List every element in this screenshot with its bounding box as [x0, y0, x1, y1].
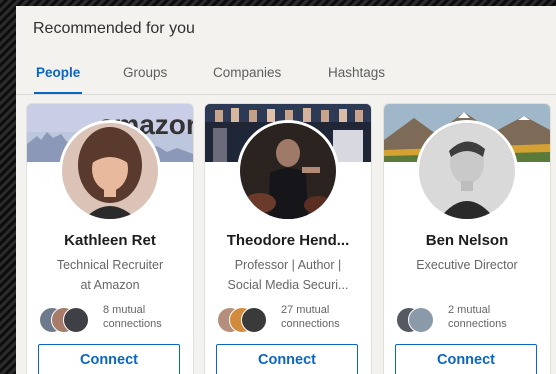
person-headline: Executive Director	[392, 255, 542, 275]
tab-hashtags[interactable]: Hashtags	[328, 52, 385, 94]
mutual-line: 27 mutual	[281, 304, 330, 316]
avatar[interactable]	[416, 120, 518, 222]
recommendations-panel: Recommended for you People Groups Compan…	[16, 6, 556, 374]
person-name[interactable]: Kathleen Ret	[27, 232, 193, 249]
tab-groups[interactable]: Groups	[123, 52, 167, 94]
person-card[interactable]: Theodore Hend... Professor | Author | So…	[204, 103, 372, 374]
person-name[interactable]: Ben Nelson	[384, 232, 550, 249]
headline-line: Executive Director	[416, 258, 518, 272]
person-headline: Professor | Author | Social Media Securi…	[213, 255, 363, 295]
mutual-avatars	[39, 307, 99, 333]
avatar[interactable]	[59, 120, 161, 222]
avatar	[63, 307, 89, 333]
headline-line: Professor | Author |	[234, 258, 342, 272]
mutual-line: connections	[103, 318, 162, 330]
mutual-line: 2 mutual	[448, 304, 491, 316]
headline-line: Social Media Securi...	[227, 278, 349, 292]
tab-companies[interactable]: Companies	[213, 52, 281, 94]
mutual-avatars	[396, 307, 456, 333]
connect-button[interactable]: Connect	[216, 344, 358, 374]
mutual-count-text: 2 mutual connections	[448, 303, 507, 331]
headline-line: at Amazon	[80, 278, 140, 292]
mutual-line: 8 mutual	[103, 304, 146, 316]
section-title: Recommended for you	[33, 20, 195, 37]
tab-people[interactable]: People	[33, 52, 83, 94]
avatar[interactable]	[237, 120, 339, 222]
avatar	[241, 307, 267, 333]
connect-button[interactable]: Connect	[38, 344, 180, 374]
tab-bar: People Groups Companies Hashtags	[16, 52, 556, 95]
avatar	[408, 307, 434, 333]
mutual-line: connections	[281, 318, 340, 330]
connect-button[interactable]: Connect	[395, 344, 537, 374]
person-card[interactable]: amazon Kathleen Ret Technical Recruiter …	[26, 103, 194, 374]
mutual-count-text: 27 mutual connections	[281, 303, 340, 331]
person-card[interactable]: Ben Nelson Executive Director 2 mutual c…	[383, 103, 551, 374]
mutual-count-text: 8 mutual connections	[103, 303, 162, 331]
person-headline: Technical Recruiter at Amazon	[35, 255, 185, 295]
mutual-line: connections	[448, 318, 507, 330]
person-name[interactable]: Theodore Hend...	[205, 232, 371, 249]
mutual-avatars	[217, 307, 277, 333]
headline-line: Technical Recruiter	[56, 258, 164, 272]
